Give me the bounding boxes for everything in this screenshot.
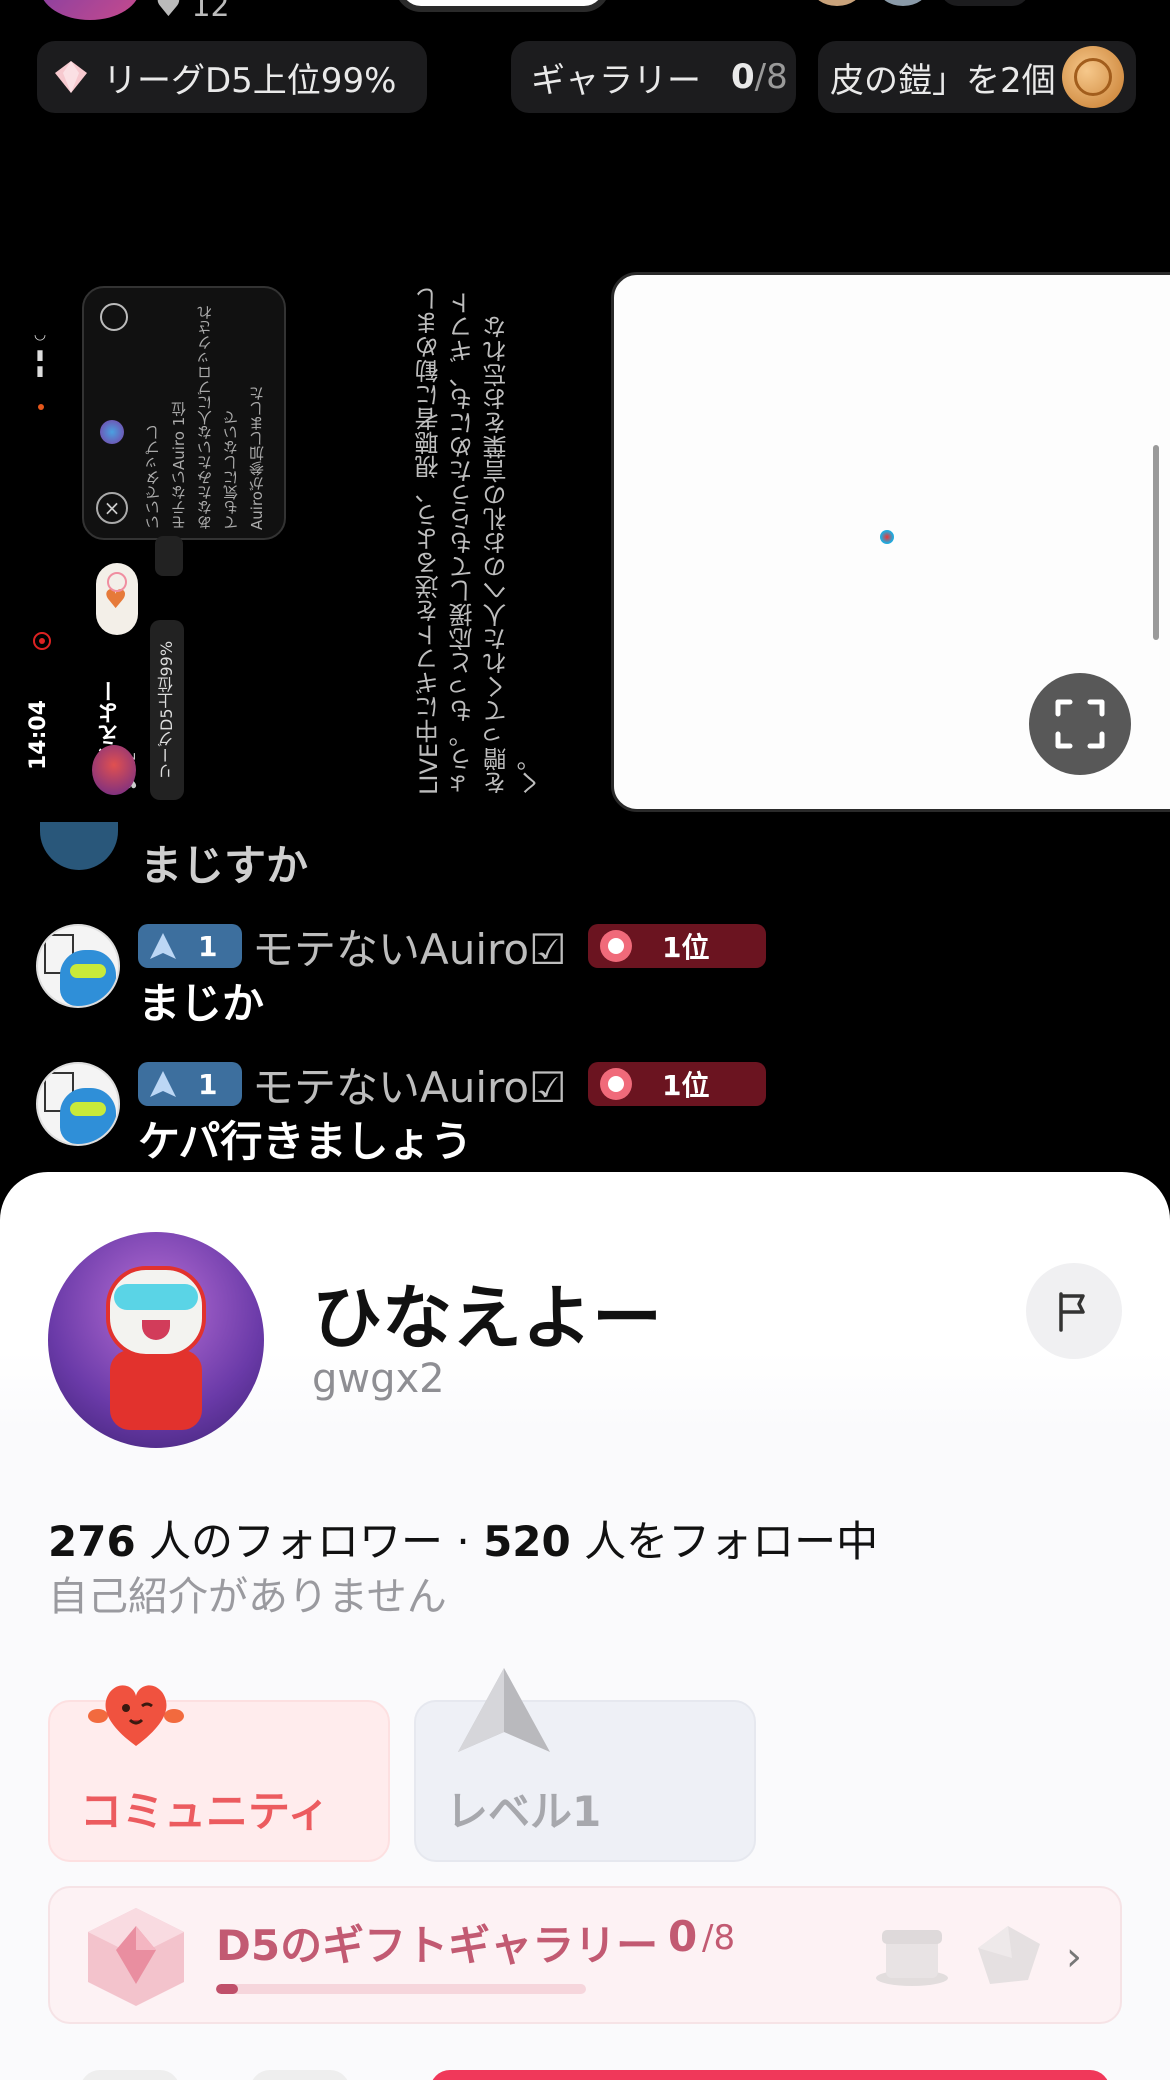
- host-avatar-cut[interactable]: [40, 0, 140, 20]
- gallery-progress-fill: [216, 1984, 239, 1994]
- gift-goal-label: 皮の鎧」を2個: [830, 60, 1056, 101]
- chat-avatar-cut[interactable]: [40, 822, 118, 870]
- medal-icon: [600, 930, 632, 962]
- chat-username[interactable]: モテないAuiro☑: [252, 1054, 567, 1115]
- embedded-time: 14:04: [26, 700, 51, 771]
- level-badge: 1: [138, 924, 242, 968]
- chat-text: まじか: [138, 979, 265, 1028]
- embedded-panel-line: モテないAuiro 1位: [170, 401, 188, 530]
- chat-text: ケパ行きましょう: [138, 1117, 473, 1166]
- bottom-action-cut[interactable]: [80, 2070, 180, 2080]
- follower-label: 人のフォロワー ·: [135, 1517, 484, 1566]
- fullscreen-button[interactable]: [1029, 673, 1131, 775]
- medal-icon: [600, 1068, 632, 1100]
- gift-goal-chip[interactable]: 皮の鎧」を2個: [818, 41, 1136, 113]
- gallery-count: 0: [668, 1912, 698, 1961]
- gallery-chip-total: /8: [754, 57, 788, 97]
- following-count: 520: [483, 1517, 571, 1566]
- report-button[interactable]: [1026, 1263, 1122, 1359]
- record-icon: [33, 632, 51, 650]
- coin-icon: [1061, 46, 1124, 108]
- fullscreen-icon: [1055, 699, 1105, 749]
- gallery-chip-count: 0: [731, 57, 755, 97]
- embedded-avatar-icon: [100, 420, 124, 444]
- embedded-host-avatar: [92, 745, 136, 795]
- embedded-panel-text: いいでタップし モテないAuiro 1位 あなたみたいな人にブロックされ ても気…: [140, 300, 270, 530]
- viewer-count-cut[interactable]: [940, 0, 1030, 6]
- chat-avatar[interactable]: [36, 924, 120, 1008]
- profile-handle: gwgx2: [312, 1356, 445, 1402]
- embedded-gift-chip: [155, 536, 183, 576]
- level-badge: 1: [138, 1062, 242, 1106]
- rank-badge: 1位: [588, 924, 766, 968]
- status-icons: ▮▮ ◠: [32, 327, 48, 380]
- chat-message[interactable]: 1 モテないAuiro☑ 1位 まじか: [36, 924, 1136, 1034]
- embedded-share-icon: [100, 303, 128, 331]
- like-count: 12: [191, 0, 230, 24]
- like-count-cut: ♥ 12: [155, 0, 230, 22]
- paper-plane-level-icon: [150, 933, 176, 959]
- embedded-close-icon: ×: [96, 492, 128, 524]
- chat-avatar[interactable]: [36, 1062, 120, 1146]
- video-dot: [880, 530, 894, 544]
- gallery-title: D5のギフトギャラリー: [216, 1921, 659, 1970]
- follow-button-cut[interactable]: [430, 2070, 1110, 2080]
- follow-stats[interactable]: 276 人のフォロワー · 520 人をフォロー中: [48, 1508, 878, 1569]
- level-label: レベル1: [446, 1787, 602, 1836]
- embedded-notice-text: LIVE中にギフトを送るよう、視聴者に勧めましょう。もっと応援してもらうためにも…: [415, 286, 545, 795]
- chat-message[interactable]: 1 モテないAuiro☑ 1位 ケパ行きましょう: [36, 1062, 1136, 1172]
- viewer-avatar[interactable]: [812, 0, 862, 6]
- league-chip-label: リーグD5上位99%: [103, 60, 397, 101]
- chevron-right-icon: ›: [1066, 1934, 1082, 1980]
- heart-icon: ♥: [155, 0, 182, 24]
- embedded-panel-line: ても気にしないで: [222, 410, 240, 530]
- gem-box-icon: [88, 1908, 184, 2006]
- locked-gift-icon: [978, 1926, 1040, 1984]
- embedded-panel-line: いいでタップし: [144, 425, 162, 530]
- chat-username[interactable]: モテないAuiro☑: [252, 916, 567, 977]
- rank-value: 1位: [662, 931, 710, 964]
- bottom-action-cut[interactable]: [250, 2070, 350, 2080]
- profile-avatar[interactable]: [48, 1232, 264, 1448]
- embedded-panel-line: Auiroが参加しました: [248, 386, 266, 530]
- profile-name: ひなえよー: [312, 1277, 662, 1359]
- diamond-icon: [55, 61, 87, 93]
- embedded-panel-line: あなたみたいな人にブロックされ: [196, 305, 214, 530]
- gallery-total: /8: [702, 1918, 736, 1958]
- level-value: 1: [198, 1067, 218, 1101]
- level-value: 1: [198, 929, 218, 963]
- community-label: コミュニティ: [80, 1787, 330, 1836]
- gallery-progress: [216, 1984, 586, 1994]
- follower-count: 276: [48, 1517, 136, 1566]
- embedded-league-chip: リーグD5上位99%: [150, 620, 184, 800]
- status-dot: [38, 404, 44, 410]
- rank-badge: 1位: [588, 1062, 766, 1106]
- embedded-like-icon: [107, 572, 127, 592]
- following-label: 人をフォロー中: [570, 1517, 879, 1566]
- gallery-chip-label: ギャラリー: [531, 60, 701, 101]
- video-scrollbar[interactable]: [1153, 445, 1159, 640]
- viewer-avatar[interactable]: [878, 0, 928, 6]
- gallery-chip[interactable]: ギャラリー 0/8: [511, 41, 796, 113]
- chat-message-cut: まじすか: [140, 841, 309, 890]
- follow-button-cut[interactable]: [395, 0, 610, 12]
- rank-value: 1位: [662, 1069, 710, 1102]
- paper-plane-level-icon: [150, 1071, 176, 1097]
- flag-icon: [1059, 1292, 1085, 1332]
- bio-text: 自己紹介がありません: [48, 1574, 447, 1620]
- league-chip[interactable]: リーグD5上位99%: [37, 41, 427, 113]
- heart-mascot-icon: [88, 1685, 184, 1746]
- locked-gift-icon: [876, 1930, 948, 1986]
- paper-plane-level-icon: [458, 1668, 550, 1752]
